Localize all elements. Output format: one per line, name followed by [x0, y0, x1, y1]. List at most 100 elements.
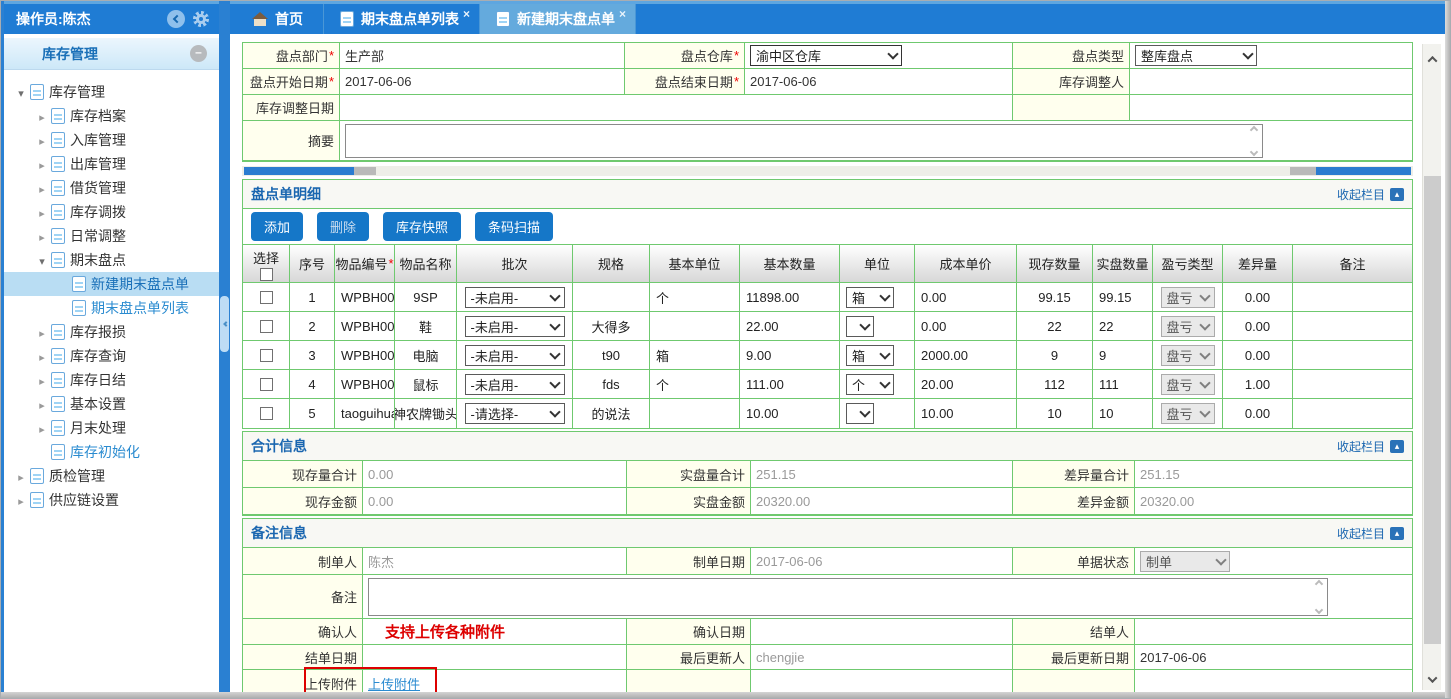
row-checkbox[interactable] [260, 407, 273, 420]
sidebar-item[interactable]: 库存调拨 [4, 200, 219, 224]
status-select[interactable]: 制单 [1140, 551, 1230, 572]
select-all-checkbox[interactable] [260, 268, 273, 281]
select-value: 箱 [852, 346, 865, 365]
remarks-section: 备注信息 收起栏目▴ 制单人 陈杰 制单日期 2017-06-06 单据状态 制… [242, 518, 1413, 698]
hscroll-thumb-right[interactable] [1290, 167, 1316, 175]
sidebar-item[interactable]: 库存查询 [4, 344, 219, 368]
tree-expand-icon[interactable] [35, 132, 49, 148]
row-checkbox[interactable] [260, 320, 273, 333]
tree-expand-icon[interactable] [35, 108, 49, 124]
tree-expand-icon[interactable] [35, 372, 49, 388]
sidebar-splitter[interactable] [219, 1, 230, 698]
cell-base-qty: 111.00 [740, 370, 840, 399]
tree-expand-icon[interactable] [35, 204, 49, 220]
start-date-value[interactable]: 2017-06-06 [340, 69, 625, 95]
batch-select[interactable]: -未启用- [465, 287, 565, 308]
row-checkbox[interactable] [260, 378, 273, 391]
unit-select[interactable]: 箱 [846, 345, 894, 366]
unit-select[interactable]: 箱 [846, 287, 894, 308]
sidebar-item[interactable]: 库存日结 [4, 368, 219, 392]
collapse-section-link[interactable]: 收起栏目▴ [1337, 525, 1404, 542]
document-icon [51, 108, 65, 124]
sidebar-panel-header[interactable]: 库存管理 – [4, 38, 219, 70]
totals-section: 合计信息 收起栏目▴ 现存量合计0.00实盘量合计251.15差异量合计251.… [242, 431, 1413, 516]
sidebar-item[interactable]: 期末盘点单列表 [4, 296, 219, 320]
sidebar-item[interactable]: 日常调整 [4, 224, 219, 248]
cell-actual-qty: 9 [1093, 341, 1153, 370]
pl-type-select[interactable]: 盘亏 [1161, 403, 1215, 424]
sidebar-item[interactable]: 出库管理 [4, 152, 219, 176]
confirmer-label: 确认人 [243, 619, 363, 645]
pl-type-select[interactable]: 盘亏 [1161, 345, 1215, 366]
row-checkbox[interactable] [260, 349, 273, 362]
minus-circle-icon[interactable]: – [190, 45, 207, 62]
vscroll-thumb[interactable] [1424, 176, 1441, 644]
type-select[interactable]: 整库盘点 [1135, 45, 1257, 66]
summary-textarea[interactable] [345, 124, 1263, 158]
toolbar-button[interactable]: 删除 [317, 212, 369, 241]
tree-expand-icon[interactable] [35, 324, 49, 340]
collapse-section-link[interactable]: 收起栏目▴ [1337, 186, 1404, 203]
tree-collapse-icon[interactable] [35, 252, 49, 268]
close-icon[interactable] [619, 5, 631, 17]
unit-select[interactable]: 个 [846, 374, 894, 395]
tree-expand-icon[interactable] [35, 420, 49, 436]
toolbar-button[interactable]: 添加 [251, 212, 303, 241]
sidebar-item[interactable]: 库存档案 [4, 104, 219, 128]
sidebar-item[interactable]: 期末盘点 [4, 248, 219, 272]
tree-expand-icon[interactable] [14, 468, 28, 484]
unit-select[interactable] [846, 403, 874, 424]
tab-document[interactable]: 期末盘点单列表 [324, 4, 480, 34]
end-date-value[interactable]: 2017-06-06 [745, 69, 1013, 95]
hscroll-thumb-left[interactable] [354, 167, 376, 175]
pl-type-select[interactable]: 盘亏 [1161, 287, 1215, 308]
scroll-up-icon[interactable] [1423, 50, 1442, 68]
batch-select[interactable]: -未启用- [465, 345, 565, 366]
close-icon[interactable] [463, 5, 475, 17]
tree-collapse-icon[interactable] [14, 84, 28, 100]
pl-type-select[interactable]: 盘亏 [1161, 374, 1215, 395]
splitter-collapse-icon[interactable] [220, 296, 229, 352]
pl-type-select[interactable]: 盘亏 [1161, 316, 1215, 337]
document-icon [51, 420, 65, 436]
back-circle-icon[interactable] [167, 10, 185, 28]
row-checkbox[interactable] [260, 291, 273, 304]
note-textarea[interactable] [368, 578, 1328, 616]
toolbar-button[interactable]: 库存快照 [383, 212, 461, 241]
document-icon [30, 492, 44, 508]
collapse-section-link[interactable]: 收起栏目▴ [1337, 438, 1404, 455]
sidebar-item[interactable]: 库存报损 [4, 320, 219, 344]
sidebar-item[interactable]: 质检管理 [4, 464, 219, 488]
horizontal-scrollbar[interactable] [242, 166, 1413, 176]
sidebar-item[interactable]: 借货管理 [4, 176, 219, 200]
tree-expand-icon[interactable] [35, 156, 49, 172]
toolbar-button[interactable]: 条码扫描 [475, 212, 553, 241]
column-header-label: 选择 [253, 248, 279, 267]
tree-expand-icon[interactable] [35, 348, 49, 364]
sidebar-item[interactable]: 供应链设置 [4, 488, 219, 512]
vertical-scrollbar[interactable] [1422, 44, 1441, 690]
tab-document[interactable]: 新建期末盘点单 [480, 4, 636, 34]
tree-expand-icon[interactable] [35, 180, 49, 196]
tree-expand-icon[interactable] [35, 396, 49, 412]
document-icon [51, 180, 65, 196]
sidebar-item[interactable]: 入库管理 [4, 128, 219, 152]
sidebar-item[interactable]: 新建期末盘点单 [4, 272, 219, 296]
batch-select[interactable]: -未启用- [465, 316, 565, 337]
warehouse-select[interactable]: 渝中区仓库 [750, 45, 902, 66]
batch-select[interactable]: -请选择- [465, 403, 565, 424]
tree-expand-icon[interactable] [35, 228, 49, 244]
sidebar-item[interactable]: 基本设置 [4, 392, 219, 416]
tree-expand-icon[interactable] [14, 492, 28, 508]
sidebar-item[interactable]: 月末处理 [4, 416, 219, 440]
adjust-date-label: 库存调整日期 [243, 95, 340, 121]
upload-attachment-link[interactable]: 上传附件 [368, 674, 420, 693]
cell [243, 283, 290, 312]
tab-home[interactable]: 首页 [236, 4, 324, 34]
scroll-down-icon[interactable] [1423, 670, 1442, 688]
sidebar-item[interactable]: 库存管理 [4, 80, 219, 104]
unit-select[interactable] [846, 316, 874, 337]
gear-icon[interactable] [193, 11, 209, 27]
batch-select[interactable]: -未启用- [465, 374, 565, 395]
sidebar-item[interactable]: 库存初始化 [4, 440, 219, 464]
